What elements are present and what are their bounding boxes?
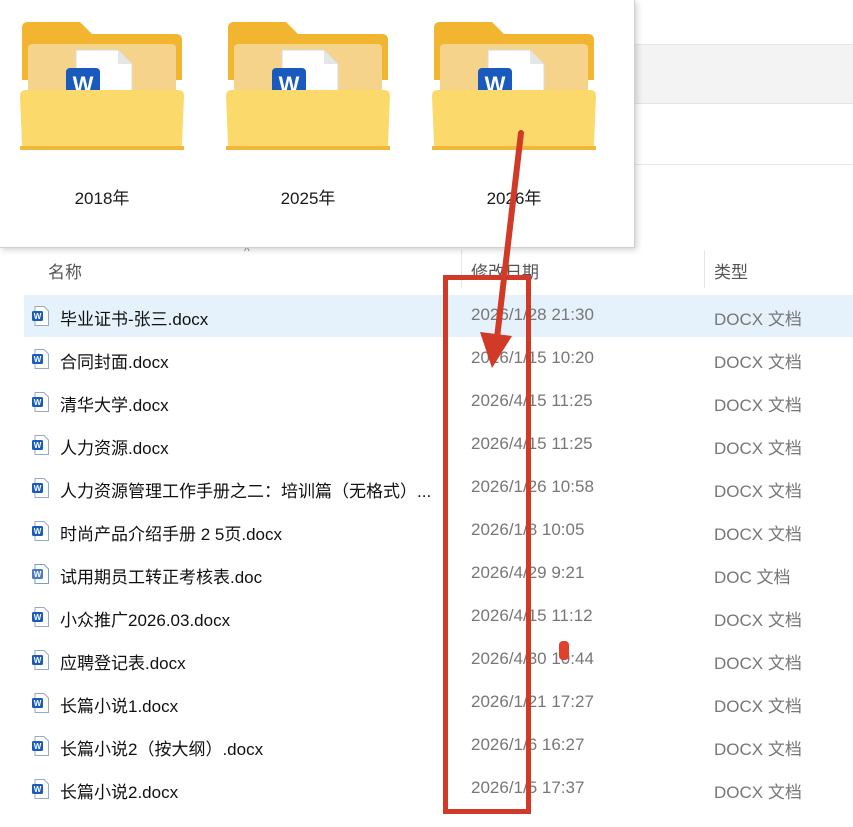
- file-name: 小众推广2026.03.docx: [60, 611, 231, 630]
- file-modified-date: 2026/4/30 10:44: [471, 649, 594, 668]
- file-row[interactable]: W 长篇小说2.docx 2026/1/5 17:37 DOCX 文档: [24, 768, 853, 810]
- file-row[interactable]: W 长篇小说2（按大纲）.docx 2026/1/6 16:27 DOCX 文档: [24, 725, 853, 767]
- word-doc-icon: W: [32, 349, 49, 369]
- file-modified-date: 2026/4/15 11:25: [471, 434, 593, 453]
- svg-text:W: W: [34, 527, 42, 536]
- file-row[interactable]: W 人力资源.docx 2026/4/15 11:25 DOCX 文档: [24, 424, 853, 466]
- file-modified-date: 2026/1/6 16:27: [471, 735, 585, 754]
- file-row[interactable]: W 人力资源管理工作手册之二：培训篇（无格式）... 2026/1/26 10:58…: [24, 467, 853, 509]
- folder-label: 2026年: [486, 189, 542, 208]
- word-doc-icon: W: [32, 650, 49, 670]
- file-name: 清华大学.docx: [60, 396, 169, 415]
- file-name: 试用期员工转正考核表.doc: [60, 568, 263, 587]
- column-header-name[interactable]: 名称: [48, 258, 82, 283]
- cursor-mark-annotation: [559, 641, 569, 660]
- file-row[interactable]: W 应聘登记表.docx 2026/4/30 10:44 DOCX 文档: [24, 639, 853, 681]
- filter-bar-background: [634, 178, 853, 238]
- file-row[interactable]: W 小众推广2026.03.docx 2026/4/15 11:12 DOCX 文档: [24, 596, 853, 638]
- file-modified-date: 2026/4/29 9:21: [471, 563, 585, 582]
- file-modified-date: 2026/1/15 10:20: [471, 348, 594, 367]
- word-doc-icon: W: [32, 693, 49, 713]
- address-bar-background: [634, 116, 853, 165]
- file-row[interactable]: W 清华大学.docx 2026/4/15 11:25 DOCX 文档: [24, 381, 853, 423]
- file-type: DOCX 文档: [714, 783, 802, 802]
- file-row[interactable]: W 毕业证书-张三.docx 2026/1/28 21:30 DOCX 文档: [24, 295, 853, 337]
- file-row[interactable]: W 时尚产品介绍手册 2 5页.docx 2026/1/8 10:05 DOCX 文档: [24, 510, 853, 552]
- folder-label: 2018年: [74, 189, 130, 208]
- svg-text:W: W: [34, 355, 42, 364]
- svg-text:W: W: [34, 613, 42, 622]
- svg-text:W: W: [34, 699, 42, 708]
- word-doc-icon: W: [32, 779, 49, 799]
- file-modified-date: 2026/4/15 11:25: [471, 391, 593, 410]
- file-type: DOCX 文档: [714, 697, 802, 716]
- file-modified-date: 2026/1/28 21:30: [471, 305, 594, 324]
- window-background: [634, 0, 853, 44]
- word-doc-icon: W: [32, 306, 49, 326]
- file-type: DOCX 文档: [714, 482, 802, 501]
- file-modified-date: 2026/1/8 10:05: [471, 520, 585, 539]
- column-header-date[interactable]: 修改日期: [471, 258, 539, 283]
- svg-text:W: W: [34, 441, 42, 450]
- svg-text:W: W: [34, 398, 42, 407]
- folder-preview-panel: W 2018年 W 2025年 W 2026年: [0, 0, 635, 248]
- folder-with-word-icon: W: [432, 22, 596, 150]
- file-modified-date: 2026/1/21 17:27: [471, 692, 594, 711]
- file-type: DOCX 文档: [714, 396, 802, 415]
- folder-with-word-icon: W: [20, 22, 184, 150]
- file-modified-date: 2026/1/26 10:58: [471, 477, 594, 496]
- folder-2025[interactable]: W 2025年: [226, 20, 390, 220]
- file-name: 长篇小说2.docx: [60, 783, 179, 802]
- file-type: DOCX 文档: [714, 611, 802, 630]
- word-doc-icon: W: [32, 521, 49, 541]
- file-name: 长篇小说1.docx: [60, 697, 179, 716]
- file-name: 合同封面.docx: [60, 353, 169, 372]
- file-type: DOCX 文档: [714, 740, 802, 759]
- svg-text:W: W: [34, 484, 42, 493]
- svg-text:W: W: [34, 742, 42, 751]
- word-doc-icon: W: [32, 607, 49, 627]
- file-type: DOCX 文档: [714, 439, 802, 458]
- folder-2018[interactable]: W 2018年: [20, 20, 184, 220]
- word-doc-old-icon: W: [32, 564, 49, 584]
- file-row[interactable]: W 试用期员工转正考核表.doc 2026/4/29 9:21 DOC 文档: [24, 553, 853, 595]
- file-name: 人力资源管理工作手册之二：培训篇（无格式）...: [60, 482, 432, 501]
- file-name: 毕业证书-张三.docx: [60, 310, 209, 329]
- column-divider[interactable]: [461, 250, 462, 288]
- file-name: 长篇小说2（按大纲）.docx: [60, 740, 264, 759]
- file-type: DOCX 文档: [714, 525, 802, 544]
- svg-text:W: W: [34, 656, 42, 665]
- svg-text:W: W: [34, 570, 42, 579]
- file-type: DOC 文档: [714, 568, 791, 587]
- word-doc-icon: W: [32, 435, 49, 455]
- file-row[interactable]: W 长篇小说1.docx 2026/1/21 17:27 DOCX 文档: [24, 682, 853, 724]
- word-doc-icon: W: [32, 736, 49, 756]
- file-name: 应聘登记表.docx: [60, 654, 186, 673]
- file-row[interactable]: W 合同封面.docx 2026/1/15 10:20 DOCX 文档: [24, 338, 853, 380]
- svg-text:W: W: [34, 785, 42, 794]
- folder-2026[interactable]: W 2026年: [432, 20, 596, 220]
- file-name: 时尚产品介绍手册 2 5页.docx: [60, 525, 282, 544]
- file-type: DOCX 文档: [714, 310, 802, 329]
- file-modified-date: 2026/1/5 17:37: [471, 778, 585, 797]
- word-doc-icon: W: [32, 478, 49, 498]
- column-header-type[interactable]: 类型: [714, 258, 748, 283]
- file-type: DOCX 文档: [714, 654, 802, 673]
- file-name: 人力资源.docx: [60, 439, 169, 458]
- folder-with-word-icon: W: [226, 22, 390, 150]
- word-doc-icon: W: [32, 392, 49, 412]
- folder-label: 2025年: [280, 189, 336, 208]
- toolbar-background: [634, 44, 853, 104]
- column-divider[interactable]: [704, 250, 705, 288]
- svg-text:W: W: [34, 312, 42, 321]
- file-modified-date: 2026/4/15 11:12: [471, 606, 593, 625]
- file-type: DOCX 文档: [714, 353, 802, 372]
